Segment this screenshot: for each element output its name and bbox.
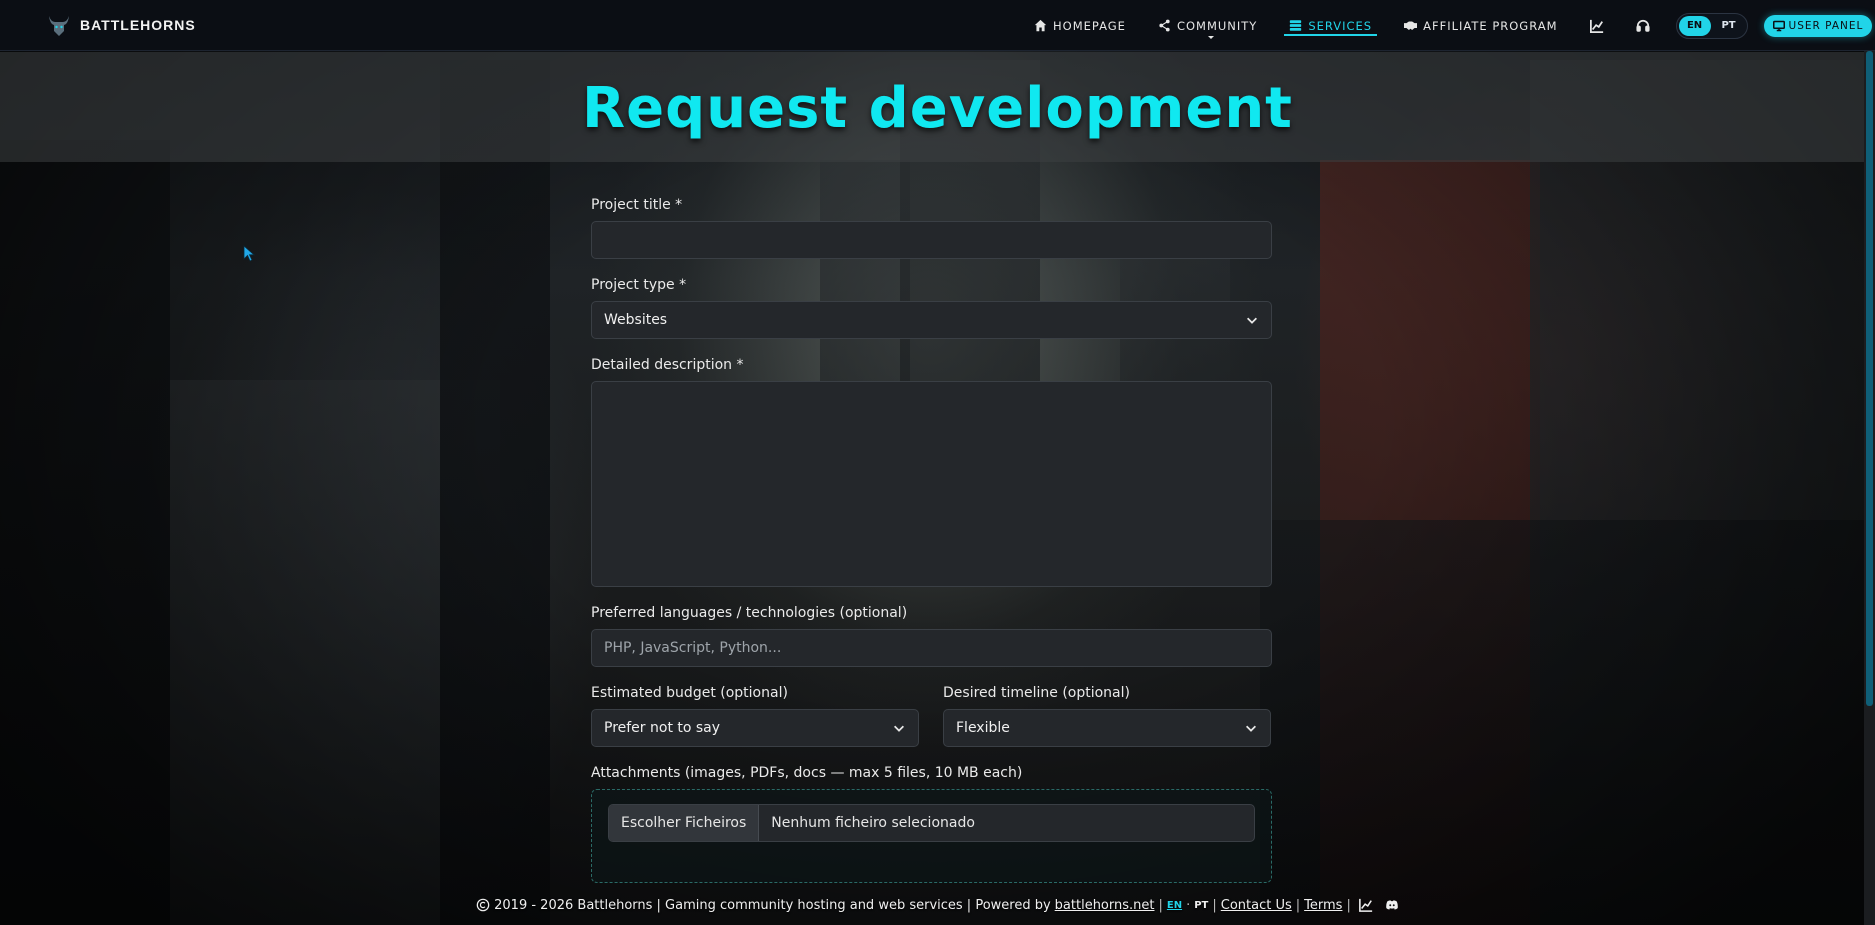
budget-select[interactable]: Prefer not to say [591, 709, 919, 747]
file-input[interactable]: Escolher Ficheiros Nenhum ficheiro selec… [608, 804, 1255, 842]
home-icon [1034, 19, 1047, 32]
discord-icon[interactable] [1385, 898, 1399, 912]
file-status: Nenhum ficheiro selecionado [771, 815, 975, 831]
lang-pt-option[interactable]: PT [1713, 16, 1745, 36]
description-textarea[interactable] [591, 381, 1272, 587]
nav-affiliate-label: AFFILIATE PROGRAM [1423, 18, 1558, 33]
copyright-icon [476, 898, 490, 912]
navbar: BATTLEHORNS HOMEPAGE COMMUNITY SERVICES … [0, 0, 1875, 51]
nav-homepage[interactable]: HOMEPAGE [1018, 0, 1142, 51]
footer-lang-en[interactable]: EN [1167, 900, 1182, 911]
handshake-icon [1404, 21, 1418, 30]
technologies-input[interactable]: PHP, JavaScript, Python... [591, 629, 1272, 667]
footer-copyright: 2019 - 2026 Battlehorns | Gaming communi… [494, 897, 1051, 913]
chart-line-icon[interactable] [1358, 898, 1373, 912]
technologies-label: Preferred languages / technologies (opti… [591, 605, 908, 621]
chevron-down-icon [1247, 317, 1257, 324]
title-band: Request development [0, 52, 1875, 162]
footer: 2019 - 2026 Battlehorns | Gaming communi… [0, 885, 1875, 925]
bull-logo-icon [49, 16, 69, 36]
dropdown-caret-icon [1207, 36, 1214, 39]
budget-label: Estimated budget (optional) [591, 685, 788, 701]
page-title: Request development [582, 75, 1293, 141]
nav-services-label: SERVICES [1308, 18, 1373, 33]
choose-files-button[interactable]: Escolher Ficheiros [609, 805, 760, 841]
footer-terms-link[interactable]: Terms [1304, 898, 1342, 913]
timeline-value: Flexible [956, 720, 1010, 736]
page-scrollbar[interactable] [1864, 51, 1875, 925]
footer-dot: · [1186, 897, 1191, 913]
footer-separator: | [1346, 897, 1351, 913]
lang-en-option[interactable]: EN [1678, 15, 1711, 36]
footer-separator: | [1212, 897, 1217, 913]
footer-lang-pt[interactable]: PT [1194, 900, 1208, 911]
project-title-input[interactable] [591, 221, 1272, 259]
chevron-down-icon [894, 725, 904, 732]
nav-affiliate-program[interactable]: AFFILIATE PROGRAM [1388, 0, 1573, 51]
user-panel-button[interactable]: USER PANEL [1763, 14, 1873, 37]
language-toggle: EN PT [1675, 12, 1748, 39]
footer-powered-link[interactable]: battlehorns.net [1055, 898, 1155, 913]
project-type-label: Project type * [591, 277, 687, 293]
nav-homepage-label: HOMEPAGE [1053, 18, 1126, 33]
project-title-label: Project title * [591, 197, 683, 213]
nav-services[interactable]: SERVICES [1273, 0, 1388, 51]
timeline-select[interactable]: Flexible [943, 709, 1271, 747]
mouse-cursor-icon [243, 245, 255, 262]
scrollbar-thumb[interactable] [1866, 51, 1873, 706]
stats-button[interactable] [1574, 0, 1620, 51]
budget-value: Prefer not to say [604, 720, 721, 736]
project-type-select[interactable]: Websites [591, 301, 1272, 339]
brand[interactable]: BATTLEHORNS [46, 12, 196, 38]
attachments-dropzone[interactable]: Escolher Ficheiros Nenhum ficheiro selec… [591, 789, 1272, 883]
chart-line-icon [1589, 19, 1603, 33]
share-icon [1159, 19, 1170, 32]
chevron-down-icon [1246, 725, 1256, 732]
timeline-label: Desired timeline (optional) [943, 685, 1130, 701]
description-label: Detailed description * [591, 357, 744, 373]
brand-name: BATTLEHORNS [80, 17, 196, 33]
request-form: Project title * Project type * Websites … [591, 162, 1272, 883]
nav-community-label: COMMUNITY [1176, 18, 1258, 33]
server-icon [1290, 20, 1302, 31]
headset-icon [1635, 19, 1650, 32]
monitor-icon [1772, 20, 1785, 31]
footer-separator: | [1295, 897, 1301, 913]
project-type-value: Websites [604, 312, 668, 328]
main-nav: HOMEPAGE COMMUNITY SERVICES AFFILIATE PR… [1018, 0, 1873, 51]
attachments-label: Attachments (images, PDFs, docs — max 5 … [591, 765, 1023, 781]
footer-separator: | [1158, 897, 1163, 913]
footer-contact-link[interactable]: Contact Us [1221, 898, 1292, 913]
user-panel-label: USER PANEL [1788, 19, 1864, 32]
support-button[interactable] [1620, 0, 1666, 51]
nav-community[interactable]: COMMUNITY [1142, 0, 1273, 51]
